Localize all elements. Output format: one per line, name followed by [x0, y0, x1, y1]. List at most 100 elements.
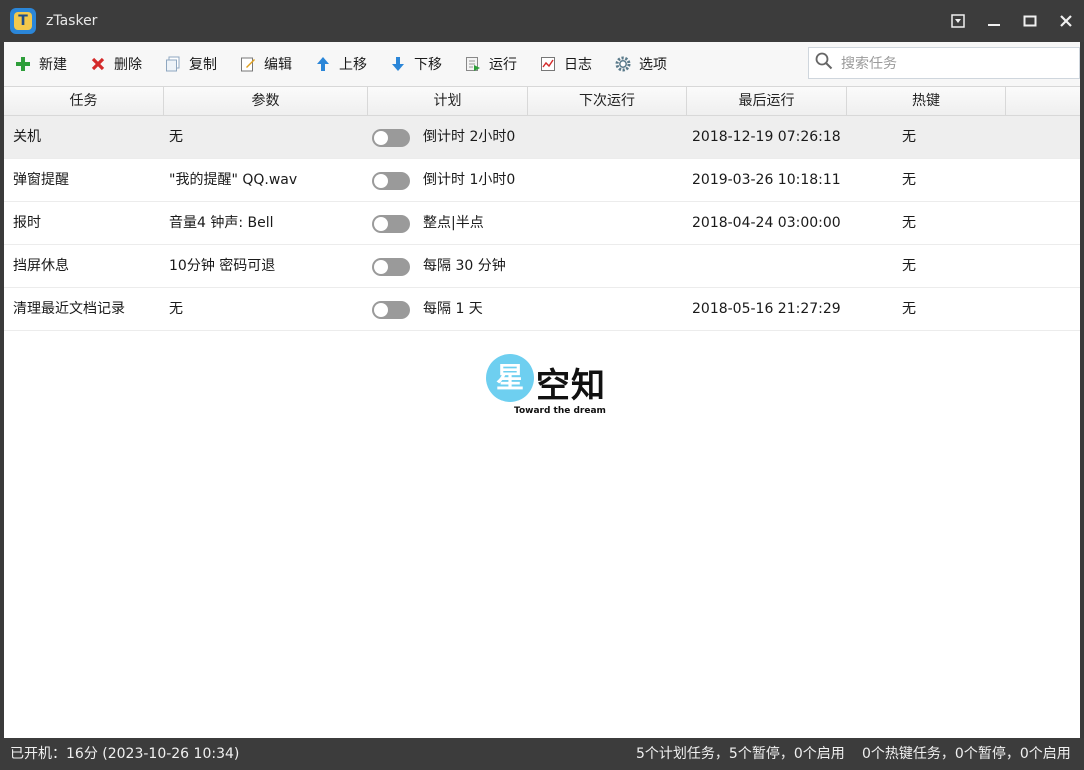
- copy-button-label: 复制: [189, 57, 217, 73]
- column-header-next-run[interactable]: 下次运行: [528, 87, 687, 115]
- column-header-schedule[interactable]: 计划: [368, 87, 528, 115]
- delete-x-icon: [89, 55, 107, 73]
- delete-button[interactable]: 删除: [85, 49, 146, 79]
- task-schedule: 整点|半点: [423, 215, 484, 231]
- move-down-button-label: 下移: [414, 57, 442, 73]
- task-last-run: 2018-04-24 03:00:00: [692, 215, 841, 231]
- close-icon[interactable]: [1048, 3, 1084, 39]
- new-button[interactable]: 新建: [10, 49, 71, 79]
- table-row[interactable]: 挡屏休息 10分钟 密码可退 每隔 30 分钟 无: [4, 245, 1080, 288]
- task-hotkey: 无: [902, 215, 916, 231]
- status-uptime: 已开机：16分 (2023-10-26 10:34): [10, 746, 240, 762]
- task-enable-toggle[interactable]: [372, 258, 410, 276]
- arrow-up-icon: [314, 55, 332, 73]
- task-params: 无: [169, 301, 183, 317]
- task-last-run: 2019-03-26 10:18:11: [692, 172, 841, 188]
- arrow-down-icon: [389, 55, 407, 73]
- task-schedule: 倒计时 2小时0: [423, 129, 516, 145]
- task-next-run: [532, 116, 682, 159]
- title-bar: T zTasker: [0, 0, 1084, 42]
- task-last-run: 2018-12-19 07:26:18: [692, 129, 841, 145]
- task-enable-toggle[interactable]: [372, 301, 410, 319]
- minimize-icon[interactable]: [976, 3, 1012, 39]
- window-title: zTasker: [46, 13, 98, 29]
- task-enable-toggle[interactable]: [372, 172, 410, 190]
- column-header-last-run[interactable]: 最后运行: [687, 87, 847, 115]
- menu-dropdown-icon[interactable]: [940, 3, 976, 39]
- task-schedule: 每隔 1 天: [423, 301, 483, 317]
- task-hotkey: 无: [902, 172, 916, 188]
- task-enable-toggle[interactable]: [372, 215, 410, 233]
- table-row[interactable]: 清理最近文档记录 无 每隔 1 天 2018-05-16 21:27:29 无: [4, 288, 1080, 331]
- task-next-run: [532, 245, 682, 288]
- move-down-button[interactable]: 下移: [385, 49, 446, 79]
- status-scheduled-tasks: 5个计划任务，5个暂停，0个启用: [636, 746, 845, 762]
- maximize-icon[interactable]: [1012, 3, 1048, 39]
- log-button[interactable]: 日志: [535, 49, 596, 79]
- column-header-filler: [1006, 87, 1080, 115]
- task-name: 关机: [13, 129, 41, 145]
- options-button[interactable]: 选项: [610, 49, 671, 79]
- task-last-run: 2018-05-16 21:27:29: [692, 301, 841, 317]
- edit-icon: [239, 55, 257, 73]
- column-header-hotkey[interactable]: 热键: [847, 87, 1006, 115]
- table-row[interactable]: 报时 音量4 钟声: Bell 整点|半点 2018-04-24 03:00:0…: [4, 202, 1080, 245]
- task-last-run: [692, 245, 847, 288]
- task-name: 挡屏休息: [13, 258, 69, 274]
- plus-icon: [14, 55, 32, 73]
- search-placeholder: 搜索任务: [841, 56, 897, 72]
- copy-icon: [164, 55, 182, 73]
- task-next-run: [532, 159, 682, 202]
- task-list: 关机 无 倒计时 2小时0 2018-12-19 07:26:18 无 弹窗提醒…: [4, 116, 1080, 331]
- new-button-label: 新建: [39, 57, 67, 73]
- task-params: 无: [169, 129, 183, 145]
- toolbar: 新建 删除 复制 编辑 上移 下移 运行 日志 选项 搜索任务: [4, 42, 1080, 86]
- task-hotkey: 无: [902, 301, 916, 317]
- watermark-subtitle: Toward the dream: [514, 406, 606, 416]
- status-bar: 已开机：16分 (2023-10-26 10:34) 5个计划任务，5个暂停，0…: [0, 738, 1084, 770]
- task-schedule: 每隔 30 分钟: [423, 258, 506, 274]
- toggle-knob: [374, 131, 388, 145]
- toggle-knob: [374, 217, 388, 231]
- run-button-label: 运行: [489, 57, 517, 73]
- watermark-logo: 星 空知 Toward the dream: [484, 354, 624, 424]
- task-params: 音量4 钟声: Bell: [169, 215, 274, 231]
- column-header-task[interactable]: 任务: [4, 87, 164, 115]
- log-button-label: 日志: [564, 57, 592, 73]
- main-window: 新建 删除 复制 编辑 上移 下移 运行 日志 选项 搜索任务 任务 参数 计划…: [4, 42, 1080, 738]
- toggle-knob: [374, 174, 388, 188]
- task-name: 弹窗提醒: [13, 172, 69, 188]
- status-hotkey-tasks: 0个热键任务，0个暂停，0个启用: [862, 746, 1071, 762]
- task-next-run: [532, 288, 682, 331]
- search-icon: [815, 52, 833, 74]
- run-button[interactable]: 运行: [460, 49, 521, 79]
- task-params: "我的提醒" QQ.wav: [169, 172, 298, 188]
- watermark-badge: 星: [486, 354, 534, 402]
- task-params: 10分钟 密码可退: [169, 258, 276, 274]
- task-name: 报时: [13, 215, 41, 231]
- window-controls: [940, 0, 1084, 42]
- table-header: 任务 参数 计划 下次运行 最后运行 热键: [4, 86, 1080, 116]
- copy-button[interactable]: 复制: [160, 49, 221, 79]
- task-hotkey: 无: [902, 258, 916, 274]
- edit-button[interactable]: 编辑: [235, 49, 296, 79]
- options-button-label: 选项: [639, 57, 667, 73]
- column-header-params[interactable]: 参数: [164, 87, 368, 115]
- move-up-button[interactable]: 上移: [310, 49, 371, 79]
- run-icon: [464, 55, 482, 73]
- app-logo-icon: T: [10, 8, 36, 34]
- task-hotkey: 无: [902, 129, 916, 145]
- gear-icon: [614, 55, 632, 73]
- task-name: 清理最近文档记录: [13, 301, 125, 317]
- search-input[interactable]: 搜索任务: [808, 47, 1080, 79]
- table-row[interactable]: 弹窗提醒 "我的提醒" QQ.wav 倒计时 1小时0 2019-03-26 1…: [4, 159, 1080, 202]
- log-chart-icon: [539, 55, 557, 73]
- edit-button-label: 编辑: [264, 57, 292, 73]
- task-enable-toggle[interactable]: [372, 129, 410, 147]
- watermark-title: 空知: [536, 366, 606, 406]
- delete-button-label: 删除: [114, 57, 142, 73]
- task-schedule: 倒计时 1小时0: [423, 172, 516, 188]
- toggle-knob: [374, 303, 388, 317]
- move-up-button-label: 上移: [339, 57, 367, 73]
- table-row[interactable]: 关机 无 倒计时 2小时0 2018-12-19 07:26:18 无: [4, 116, 1080, 159]
